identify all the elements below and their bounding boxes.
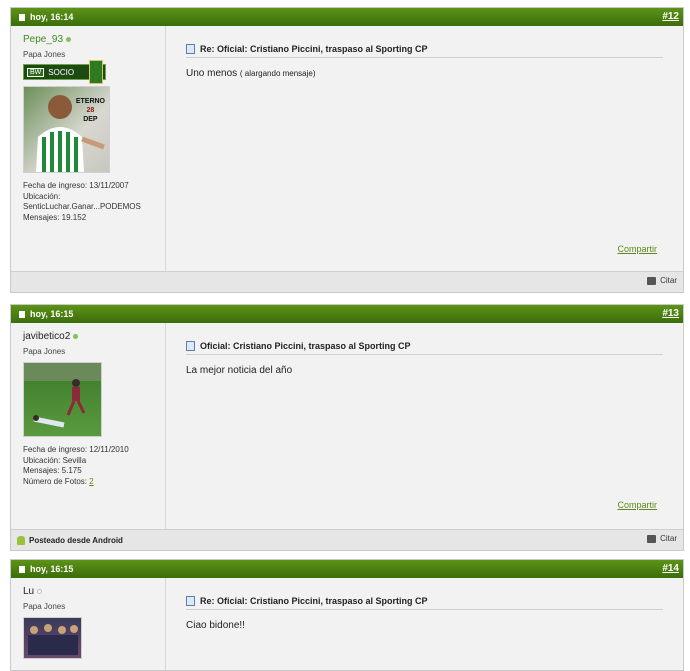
posted-from: Posteado desde Android <box>17 535 123 545</box>
quote-icon <box>647 534 657 543</box>
location: Ubicación: Sevilla <box>23 455 87 465</box>
post-12: hoy, 16:14 #12 Pepe_93 Papa Jones BW SOC… <box>10 7 684 293</box>
username[interactable]: Lu <box>23 586 165 597</box>
post-number-link[interactable]: #12 <box>662 11 679 22</box>
post-message: La mejor noticia del año <box>186 365 663 376</box>
post-content: Oficial: Cristiano Piccini, traspaso al … <box>166 323 683 529</box>
post-title-text: Re: Oficial: Cristiano Piccini, traspaso… <box>200 596 428 606</box>
post-content: Re: Oficial: Cristiano Piccini, traspaso… <box>166 26 683 271</box>
user-fields: Fecha de ingreso: 13/11/2007 Ubicación: … <box>23 181 165 223</box>
post-number-link[interactable]: #13 <box>662 308 679 319</box>
post-footer: Citar <box>11 271 683 292</box>
user-title: Papa Jones <box>23 602 66 611</box>
post-message: Uno menos ( alargando mensaje) <box>186 68 663 79</box>
member-badge: BW SOCIO <box>23 60 106 84</box>
post-content: Re: Oficial: Cristiano Piccini, traspaso… <box>166 578 683 670</box>
avatar-caption-line: 28 <box>86 107 95 114</box>
avatar-caption-line: ETERNO <box>75 98 105 105</box>
message-text: Uno menos <box>186 68 238 79</box>
user-info: javibetico2 Papa Jones Fecha de ingreso:… <box>11 323 166 529</box>
posted-from-text: Posteado desde Android <box>29 535 123 545</box>
share-link[interactable]: Compartir <box>617 244 657 254</box>
quote-label: Citar <box>660 276 677 285</box>
location-label: Ubicación: <box>23 191 61 201</box>
post-message: Ciao bidone!! <box>186 620 663 631</box>
avatar[interactable]: ETERNO 28 DEP <box>23 86 110 173</box>
post-title: Oficial: Cristiano Piccini, traspaso al … <box>186 341 663 355</box>
badge-logo: BW <box>27 67 45 77</box>
username-link[interactable]: javibetico2 <box>23 331 70 342</box>
avatar-image <box>28 624 78 655</box>
location-value: SenticLuchar.Ganar...PODEMOS <box>23 202 141 211</box>
avatar[interactable] <box>23 617 82 659</box>
username[interactable]: javibetico2 <box>23 331 165 342</box>
join-date: Fecha de ingreso: 13/11/2007 <box>23 181 129 190</box>
post-number-link[interactable]: #14 <box>662 563 679 574</box>
share-link[interactable]: Compartir <box>617 500 657 510</box>
post-title: Re: Oficial: Cristiano Piccini, traspaso… <box>186 596 663 610</box>
join-date: Fecha de ingreso: 12/11/2010 <box>23 445 129 454</box>
post-title-text: Re: Oficial: Cristiano Piccini, traspaso… <box>200 44 428 54</box>
message-text: Ciao bidone!! <box>186 620 245 631</box>
badge-text: SOCIO <box>48 67 75 77</box>
android-icon <box>17 535 25 545</box>
post-title: Re: Oficial: Cristiano Piccini, traspaso… <box>186 44 663 58</box>
avatar-image <box>24 363 101 428</box>
post-count: Mensajes: 19.152 <box>23 212 87 222</box>
online-status-icon <box>66 37 72 42</box>
photo-count: Número de Fotos: 2 <box>23 477 165 488</box>
offline-status-icon <box>37 589 43 594</box>
avatar[interactable] <box>23 362 102 437</box>
post-header: hoy, 16:14 #12 <box>11 8 683 26</box>
post-count: Mensajes: 5.175 <box>23 466 82 475</box>
post-time: hoy, 16:15 <box>30 309 74 319</box>
post-icon <box>19 310 25 318</box>
post-13: hoy, 16:15 #13 javibetico2 Papa Jones Fe… <box>10 304 684 551</box>
username-link[interactable]: Lu <box>23 586 34 597</box>
post-icon <box>19 13 25 21</box>
avatar-caption: ETERNO 28 DEP <box>76 97 105 124</box>
quote-label: Citar <box>660 534 677 543</box>
page-icon <box>186 341 195 351</box>
post-header: hoy, 16:15 #14 <box>11 560 683 578</box>
quote-button[interactable]: Citar <box>647 534 677 543</box>
user-title: Papa Jones <box>23 50 66 59</box>
post-time: hoy, 16:14 <box>30 12 74 22</box>
post-time: hoy, 16:15 <box>30 564 74 574</box>
username-link[interactable]: Pepe_93 <box>23 34 63 45</box>
post-icon <box>19 565 25 573</box>
club-crest-icon <box>89 60 103 84</box>
quote-icon <box>647 276 657 285</box>
user-fields: Fecha de ingreso: 12/11/2010 Ubicación: … <box>23 445 165 487</box>
quote-button[interactable]: Citar <box>647 276 677 285</box>
post-header: hoy, 16:15 #13 <box>11 305 683 323</box>
user-info: Pepe_93 Papa Jones BW SOCIO ETERNO 28 DE… <box>11 26 166 271</box>
message-small-text: ( alargando mensaje) <box>239 69 316 78</box>
photo-count-label: Número de Fotos: <box>23 476 88 486</box>
username[interactable]: Pepe_93 <box>23 34 165 45</box>
user-title: Papa Jones <box>23 347 66 356</box>
page-icon <box>186 596 195 606</box>
post-14: hoy, 16:15 #14 Lu Papa Jones Re: Oficial… <box>10 559 684 671</box>
online-status-icon <box>73 334 79 339</box>
page-icon <box>186 44 195 54</box>
photo-count-link[interactable]: 2 <box>89 477 93 486</box>
post-title-text: Oficial: Cristiano Piccini, traspaso al … <box>200 341 411 351</box>
avatar-caption-line: DEP <box>83 116 98 123</box>
user-info: Lu Papa Jones <box>11 578 166 670</box>
message-text: La mejor noticia del año <box>186 365 293 376</box>
post-footer: Posteado desde Android Citar <box>11 529 683 550</box>
